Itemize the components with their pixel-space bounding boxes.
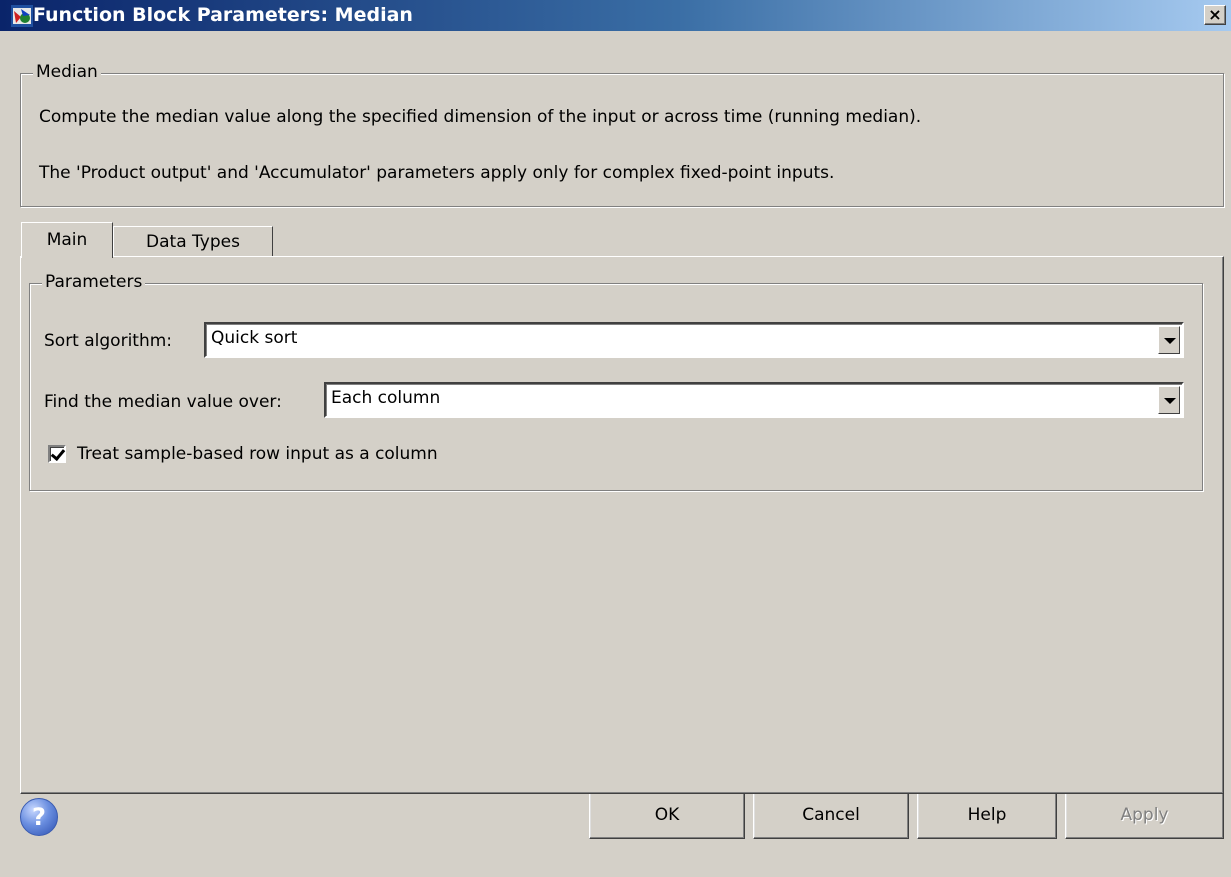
tab-data-types-label: Data Types bbox=[146, 232, 240, 252]
tab-main-label: Main bbox=[46, 230, 88, 250]
dropdown-arrow-icon[interactable] bbox=[1158, 386, 1180, 414]
median-over-label: Find the median value over: bbox=[44, 392, 282, 412]
treat-row-as-column-label[interactable]: Treat sample-based row input as a column bbox=[77, 444, 438, 464]
parameters-group-label: Parameters bbox=[42, 272, 146, 292]
median-over-value: Each column bbox=[331, 388, 441, 408]
dropdown-arrow-icon[interactable] bbox=[1158, 326, 1180, 354]
ok-button[interactable]: OK bbox=[589, 792, 745, 839]
sort-algorithm-dropdown[interactable]: Quick sort bbox=[204, 322, 1184, 358]
sort-algorithm-value: Quick sort bbox=[211, 328, 298, 348]
description-group: Median Compute the median value along th… bbox=[20, 62, 1224, 207]
treat-row-as-column-checkbox[interactable] bbox=[48, 445, 66, 463]
tab-data-types[interactable]: Data Types bbox=[113, 226, 273, 257]
tab-main[interactable]: Main bbox=[21, 222, 113, 258]
apply-button[interactable]: Apply bbox=[1065, 792, 1224, 839]
sort-algorithm-label: Sort algorithm: bbox=[44, 331, 173, 351]
help-button[interactable]: Help bbox=[917, 792, 1057, 839]
simulink-app-icon bbox=[11, 5, 33, 27]
description-line-1: Compute the median value along the speci… bbox=[39, 107, 922, 127]
window-title: Function Block Parameters: Median bbox=[33, 4, 413, 26]
parameters-group: Parameters Sort algorithm: Quick sort Fi… bbox=[29, 272, 1203, 491]
close-button[interactable]: × bbox=[1204, 5, 1226, 25]
cancel-button[interactable]: Cancel bbox=[753, 792, 909, 839]
main-tab-panel: Parameters Sort algorithm: Quick sort Fi… bbox=[20, 256, 1224, 794]
title-bar: Function Block Parameters: Median × bbox=[0, 0, 1231, 31]
description-line-2: The 'Product output' and 'Accumulator' p… bbox=[39, 163, 835, 183]
median-over-dropdown[interactable]: Each column bbox=[324, 382, 1184, 418]
description-group-label: Median bbox=[33, 62, 101, 82]
help-question-icon[interactable]: ? bbox=[20, 798, 58, 836]
